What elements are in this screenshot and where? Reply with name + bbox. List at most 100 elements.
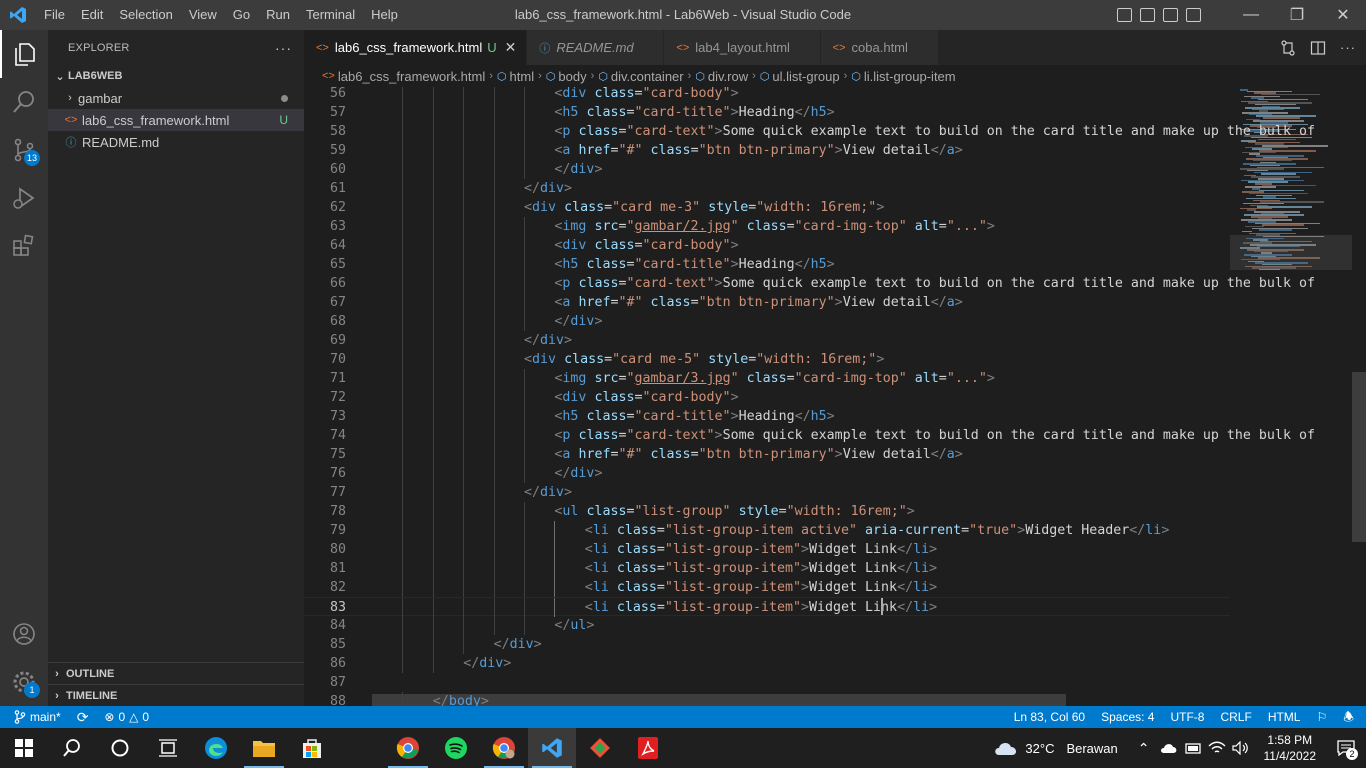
code-line[interactable]: 70 <div class="card me-5" style="width: 1…	[304, 350, 1230, 369]
search-taskbar-button[interactable]	[48, 728, 96, 768]
menu-run[interactable]: Run	[258, 0, 298, 30]
breadcrumb-item[interactable]: li.list-group-item	[864, 69, 956, 84]
minimap-slider[interactable]	[1230, 235, 1352, 270]
code-line[interactable]: 84 </ul>	[304, 616, 1230, 635]
menu-edit[interactable]: Edit	[73, 0, 111, 30]
manage-gear-icon[interactable]: 1	[0, 658, 48, 706]
code-line[interactable]: 76 </div>	[304, 464, 1230, 483]
weather-temperature[interactable]: 32°C	[1025, 741, 1054, 756]
acrobat-app[interactable]	[624, 728, 672, 768]
code-line[interactable]: 60 </div>	[304, 160, 1230, 179]
breadcrumb-item[interactable]: ul.list-group	[772, 69, 839, 84]
chrome-profile-app[interactable]	[480, 728, 528, 768]
source-control-icon[interactable]: 13	[0, 126, 48, 174]
minimize-button[interactable]: —	[1228, 0, 1274, 30]
vertical-scrollbar[interactable]	[1352, 372, 1366, 542]
code-line[interactable]: 81 <li class="list-group-item">Widget Lin…	[304, 559, 1230, 578]
code-editor[interactable]: 56 <div class="card-body"> 57 <h5 class="ca…	[304, 87, 1366, 706]
workspace-folder[interactable]: ⌄ LAB6WEB	[48, 65, 304, 87]
code-line[interactable]: 74 <p class="card-text">Some quick exampl…	[304, 426, 1315, 445]
toggle-primary-sidebar-icon[interactable]	[1117, 8, 1132, 22]
tree-item-lab6[interactable]: <> lab6_css_framework.html U	[48, 109, 304, 131]
code-line[interactable]: 58 <p class="card-text">Some quick exampl…	[304, 122, 1315, 141]
close-icon[interactable]: ✕	[505, 39, 517, 56]
close-window-button[interactable]: ✕	[1320, 0, 1366, 30]
code-line[interactable]: 77 </div>	[304, 483, 1230, 502]
explorer-icon[interactable]	[0, 30, 48, 78]
code-line[interactable]: 72 <div class="card-body">	[304, 388, 1230, 407]
code-line[interactable]: 59 <a href="#" class="btn btn-primary">Vi…	[304, 141, 1230, 160]
more-actions-icon[interactable]: ···	[275, 40, 292, 56]
onedrive-cloud-icon[interactable]	[1160, 742, 1178, 754]
open-changes-icon[interactable]	[1280, 39, 1296, 56]
task-view-button[interactable]	[144, 728, 192, 768]
toggle-secondary-sidebar-icon[interactable]	[1163, 8, 1178, 22]
code-line[interactable]: 62 <div class="card me-3" style="width: 1…	[304, 198, 1230, 217]
code-line[interactable]: 87	[304, 673, 1230, 692]
code-line[interactable]: 69 </div>	[304, 331, 1230, 350]
code-line[interactable]: 67 <a href="#" class="btn btn-primary">Vi…	[304, 293, 1230, 312]
outline-section[interactable]: › OUTLINE	[48, 662, 304, 684]
menu-file[interactable]: File	[36, 0, 73, 30]
code-line[interactable]: 71 <img src="gambar/3.jpg" class="card-im…	[304, 369, 1230, 388]
code-line[interactable]: 88 </body>	[304, 692, 1230, 706]
file-explorer-app[interactable]	[240, 728, 288, 768]
notifications-bell-icon[interactable]: 🕭	[1335, 706, 1366, 728]
tab-readme[interactable]: ⓘ README.md ✕	[527, 30, 665, 65]
menu-go[interactable]: Go	[225, 0, 258, 30]
indentation[interactable]: Spaces: 4	[1093, 706, 1162, 728]
code-line[interactable]: 61 </div>	[304, 179, 1230, 198]
breadcrumb-item[interactable]: body	[558, 69, 586, 84]
chevron-up-icon[interactable]: ⌃	[1138, 740, 1150, 757]
run-debug-icon[interactable]	[0, 174, 48, 222]
menu-terminal[interactable]: Terminal	[298, 0, 363, 30]
menu-view[interactable]: View	[181, 0, 225, 30]
end-of-line[interactable]: CRLF	[1212, 706, 1259, 728]
clock[interactable]: 1:58 PM 11/4/2022	[1254, 732, 1327, 764]
code-line[interactable]: 86 </div>	[304, 654, 1230, 673]
code-line[interactable]: 78 <ul class="list-group" style="width: 1…	[304, 502, 1230, 521]
tab-lab6-css-framework[interactable]: <> lab6_css_framework.html U ✕	[304, 30, 528, 65]
timeline-section[interactable]: › TIMELINE	[48, 684, 304, 706]
code-line[interactable]: 83 <li class="list-group-item">Widget Lin…	[304, 597, 1230, 617]
tree-item-readme[interactable]: ⓘ README.md	[48, 131, 304, 153]
edge-app[interactable]	[192, 728, 240, 768]
breadcrumb-item[interactable]: lab6_css_framework.html	[338, 69, 485, 84]
menu-selection[interactable]: Selection	[111, 0, 180, 30]
wifi-icon[interactable]	[1208, 741, 1226, 755]
spotify-app[interactable]	[432, 728, 480, 768]
git-app[interactable]	[576, 728, 624, 768]
branch-status[interactable]: main*	[0, 706, 69, 728]
code-line[interactable]: 57 <h5 class="card-title">Heading</h5>	[304, 103, 1230, 122]
vscode-app[interactable]	[528, 728, 576, 768]
toggle-panel-icon[interactable]	[1140, 8, 1155, 22]
feedback-icon[interactable]: ⚐	[1308, 706, 1335, 728]
code-line[interactable]: 65 <h5 class="card-title">Heading</h5>	[304, 255, 1230, 274]
code-line[interactable]: 68 </div>	[304, 312, 1230, 331]
code-line[interactable]: 75 <a href="#" class="btn btn-primary">Vi…	[304, 445, 1230, 464]
breadcrumb-item[interactable]: html	[510, 69, 535, 84]
code-line[interactable]: 73 <h5 class="card-title">Heading</h5>	[304, 407, 1230, 426]
breadcrumb-item[interactable]: div.row	[708, 69, 748, 84]
tab-lab4-layout[interactable]: <> lab4_layout.html ✕	[664, 30, 821, 65]
cortana-button[interactable]	[96, 728, 144, 768]
action-center-button[interactable]: 2	[1326, 728, 1366, 768]
customize-layout-icon[interactable]	[1186, 8, 1201, 22]
cursor-position[interactable]: Ln 83, Col 60	[1006, 706, 1093, 728]
volume-icon[interactable]	[1231, 741, 1250, 755]
menu-help[interactable]: Help	[363, 0, 406, 30]
extensions-icon[interactable]	[0, 222, 48, 270]
code-line[interactable]: 79 <li class="list-group-item active" ari…	[304, 521, 1230, 540]
code-line[interactable]: 80 <li class="list-group-item">Widget Lin…	[304, 540, 1230, 559]
code-line[interactable]: 82 <li class="list-group-item">Widget Lin…	[304, 578, 1230, 597]
accounts-icon[interactable]	[0, 610, 48, 658]
store-app[interactable]	[288, 728, 336, 768]
encoding[interactable]: UTF-8	[1162, 706, 1212, 728]
tree-item-gambar[interactable]: › gambar	[48, 87, 304, 109]
code-line[interactable]: 64 <div class="card-body">	[304, 236, 1230, 255]
minimap[interactable]	[1230, 87, 1352, 706]
start-button[interactable]	[0, 728, 48, 768]
restore-button[interactable]: ❐	[1274, 0, 1320, 30]
breadcrumb-item[interactable]: div.container	[611, 69, 684, 84]
code-line[interactable]: 56 <div class="card-body">	[304, 87, 1230, 103]
